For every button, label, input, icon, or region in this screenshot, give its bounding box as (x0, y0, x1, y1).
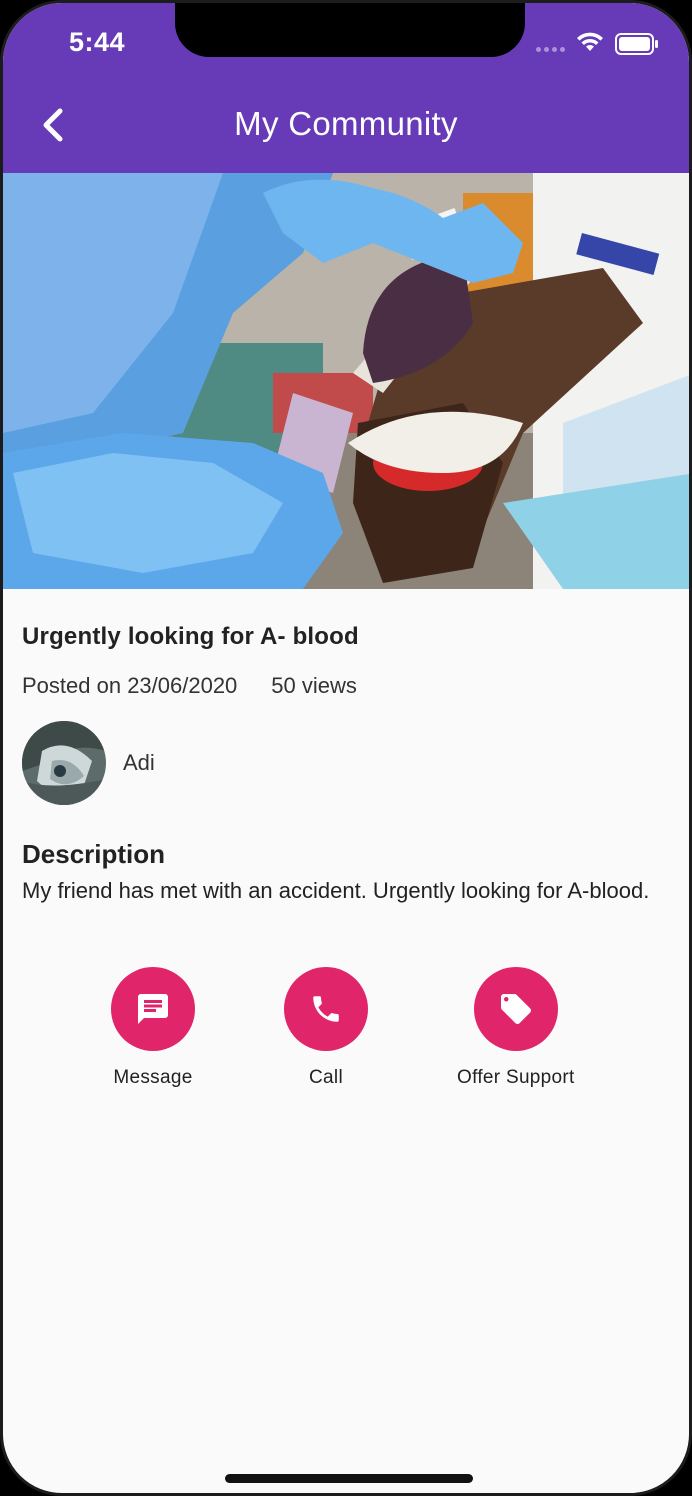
view-count: 50 views (271, 673, 357, 698)
app-bar: 5:44 My Community (3, 3, 689, 173)
battery-icon (615, 33, 658, 55)
message-button[interactable]: Message (111, 967, 195, 1089)
description-heading: Description (22, 839, 166, 869)
post-meta: Posted on 23/06/2020 50 views (22, 673, 669, 699)
post-image (3, 173, 689, 589)
page-title: My Community (234, 105, 458, 142)
call-label: Call (309, 1067, 343, 1088)
status-time: 5:44 (69, 27, 126, 57)
phone-icon[interactable] (284, 967, 368, 1051)
post-title: Urgently looking for A- blood (22, 623, 359, 650)
cellular-signal-icon (536, 47, 565, 52)
tag-icon[interactable] (473, 967, 558, 1051)
device-notch (175, 3, 525, 57)
offer-support-label: Offer Support (457, 1067, 575, 1088)
author-row[interactable]: Adi (22, 721, 155, 805)
message-icon[interactable] (111, 967, 195, 1051)
avatar[interactable] (22, 721, 106, 805)
description-text: My friend has met with an accident. Urge… (22, 878, 650, 903)
home-indicator[interactable] (225, 1474, 473, 1483)
post-content: Urgently looking for A- blood Posted on … (22, 603, 669, 699)
posted-date: Posted on 23/06/2020 (22, 673, 238, 698)
author-name: Adi (123, 750, 155, 775)
call-button[interactable]: Call (284, 967, 368, 1089)
message-label: Message (113, 1067, 193, 1088)
phone-screen: 5:44 My Community Urgently looking for A… (0, 0, 692, 1496)
offer-support-button[interactable]: Offer Support (457, 967, 575, 1089)
wifi-icon (577, 32, 603, 51)
